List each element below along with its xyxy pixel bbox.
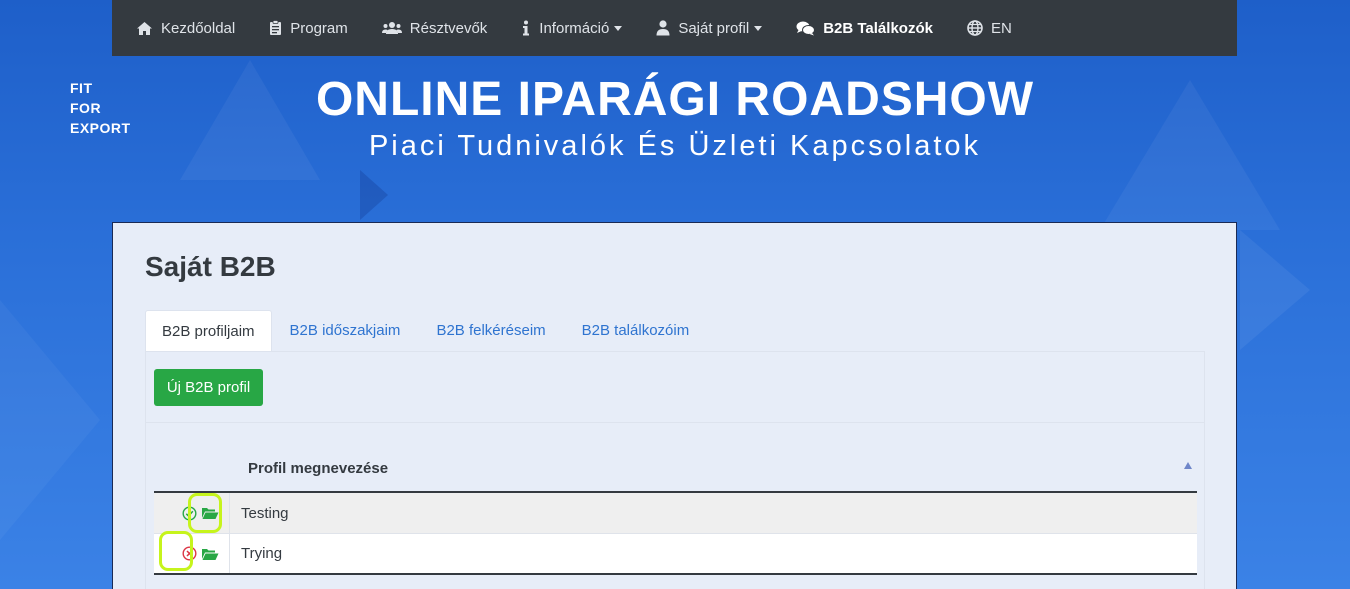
nav-item-information[interactable]: Információ	[521, 19, 623, 37]
chat-icon	[796, 21, 816, 36]
top-navbar: Kezdőoldal Program Résztvevők Információ…	[112, 0, 1237, 56]
tab-b2b-requests[interactable]: B2B felkéréseim	[418, 310, 563, 352]
nav-item-participants[interactable]: Résztvevők	[381, 19, 488, 37]
check-circle-icon[interactable]	[182, 505, 197, 521]
nav-item-label: Résztvevők	[409, 19, 488, 37]
row-actions	[154, 493, 230, 533]
row-actions	[154, 531, 230, 573]
column-header-profile-name[interactable]: Profil megnevezése	[248, 460, 388, 477]
chevron-down-icon	[614, 25, 623, 31]
profile-name: Trying	[241, 545, 283, 562]
nav-item-my-profile[interactable]: Saját profil	[656, 19, 763, 37]
tab-panel: Új B2B profil Profil megnevezése Testing	[145, 351, 1205, 589]
tab-b2b-meetings[interactable]: B2B találkozóim	[564, 310, 708, 352]
profile-name: Testing	[241, 504, 289, 522]
nav-item-home[interactable]: Kezdőoldal	[136, 20, 235, 37]
hero-title: ONLINE IPARÁGI ROADSHOW	[315, 73, 1035, 126]
info-icon	[521, 20, 531, 36]
b2b-card: Saját B2B B2B profiljaim B2B időszakjaim…	[112, 222, 1237, 589]
nav-item-b2b-meetings[interactable]: B2B Találkozók	[796, 20, 933, 37]
chevron-down-icon	[754, 25, 763, 31]
tab-b2b-periods[interactable]: B2B időszakjaim	[272, 310, 419, 352]
table-row: Trying	[154, 531, 1197, 575]
new-b2b-profile-button[interactable]: Új B2B profil	[154, 369, 263, 406]
nav-item-program[interactable]: Program	[269, 20, 348, 37]
nav-item-label: Kezdőoldal	[161, 19, 236, 37]
tab-bar: B2B profiljaim B2B időszakjaim B2B felké…	[145, 310, 707, 352]
user-icon	[656, 20, 670, 36]
home-icon	[136, 21, 153, 36]
clipboard-icon	[269, 20, 282, 36]
globe-icon	[967, 20, 983, 36]
divider	[146, 422, 1204, 423]
profiles-table: Testing Trying	[154, 491, 1197, 575]
x-circle-icon[interactable]	[182, 546, 197, 561]
hero-subtitle: Piaci Tudnivalók És Üzleti Kapcsolatok	[368, 130, 982, 162]
sort-ascending-icon[interactable]	[1184, 462, 1192, 469]
tab-b2b-profiles[interactable]: B2B profiljaim	[145, 310, 272, 352]
table-row: Testing	[154, 493, 1197, 534]
nav-item-label: Információ	[539, 19, 610, 37]
folder-open-icon[interactable]	[201, 547, 219, 561]
users-icon	[381, 21, 402, 35]
nav-item-language[interactable]: EN	[967, 20, 1012, 37]
nav-item-label: Program	[290, 19, 348, 37]
nav-item-label: B2B Találkozók	[823, 19, 933, 37]
page-title: Saját B2B	[145, 251, 276, 282]
nav-item-label: EN	[990, 19, 1012, 37]
folder-open-icon[interactable]	[201, 506, 219, 520]
nav-item-label: Saját profil	[678, 19, 750, 37]
